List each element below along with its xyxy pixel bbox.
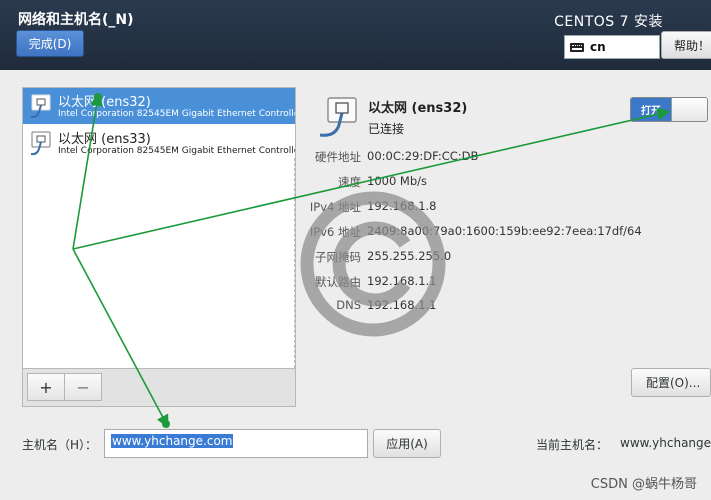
- page-title: 网络和主机名(_N): [18, 12, 134, 28]
- apply-button[interactable]: 应用(A): [373, 429, 441, 458]
- watermark: CSDN @蜗牛杨哥: [590, 477, 697, 492]
- current-hostname-value: www.yhchange.com: [620, 436, 711, 450]
- property-value: 00:0C:29:DF:CC:DB: [367, 149, 479, 163]
- hostname-input[interactable]: www.yhchange.com: [104, 429, 368, 458]
- connection-toggle[interactable]: 打开: [630, 97, 708, 122]
- property-label: IPv6 地址: [309, 225, 361, 239]
- done-button[interactable]: 完成(D): [16, 30, 84, 57]
- property-value: 2409:8a00:79a0:1600:159b:ee92:7eea:17df/…: [367, 224, 642, 238]
- device-item-ens32[interactable]: 以太网 (ens32) Intel Corporation 82545EM Gi…: [23, 88, 296, 124]
- hostname-label: 主机名（H）：: [22, 438, 98, 452]
- ethernet-icon: [30, 94, 51, 119]
- device-name: 以太网 (ens32): [58, 95, 151, 110]
- property-label: 默认路由: [315, 275, 361, 289]
- help-button[interactable]: 帮助！: [661, 31, 711, 59]
- property-value: 192.168.1.8: [367, 199, 437, 213]
- configure-button[interactable]: 配置(O)...: [631, 368, 711, 397]
- device-item-ens33[interactable]: 以太网 (ens33) Intel Corporation 82545EM Gi…: [23, 125, 296, 161]
- add-device-button[interactable]: +: [27, 373, 65, 401]
- ethernet-icon: [30, 131, 51, 156]
- device-name: 以太网 (ens33): [58, 132, 151, 147]
- hostname-input-value: www.yhchange.com: [111, 434, 234, 448]
- property-label: DNS: [336, 298, 361, 312]
- device-description: Intel Corporation 82545EM Gigabit Ethern…: [58, 109, 296, 119]
- property-value: 192.168.1.1: [367, 274, 437, 288]
- keyboard-icon: [570, 42, 584, 52]
- property-label: 速度: [338, 175, 361, 189]
- property-label: 硬件地址: [315, 150, 361, 164]
- toggle-on-label: 打开: [631, 98, 671, 121]
- property-label: 子网掩码: [315, 250, 361, 264]
- ethernet-icon: [319, 97, 357, 137]
- device-list: 以太网 (ens32) Intel Corporation 82545EM Gi…: [22, 87, 296, 369]
- device-title: 以太网 (ens32): [368, 101, 468, 116]
- toggle-knob[interactable]: [671, 98, 707, 121]
- property-value: 1000 Mb/s: [367, 174, 428, 188]
- connection-status: 已连接: [368, 122, 405, 136]
- install-title: CENTOS 7 安装: [554, 14, 663, 30]
- property-value: 192.168.1.1: [367, 298, 437, 312]
- current-hostname-label: 当前主机名：: [536, 438, 609, 452]
- list-toolbar: + −: [22, 369, 296, 407]
- keyboard-layout-indicator[interactable]: cn: [564, 35, 660, 59]
- device-description: Intel Corporation 82545EM Gigabit Ethern…: [58, 146, 296, 156]
- property-value: 255.255.255.0: [367, 249, 452, 263]
- keyboard-layout-label: cn: [590, 40, 606, 54]
- property-label: IPv4 地址: [309, 200, 361, 214]
- remove-device-button[interactable]: −: [64, 373, 102, 401]
